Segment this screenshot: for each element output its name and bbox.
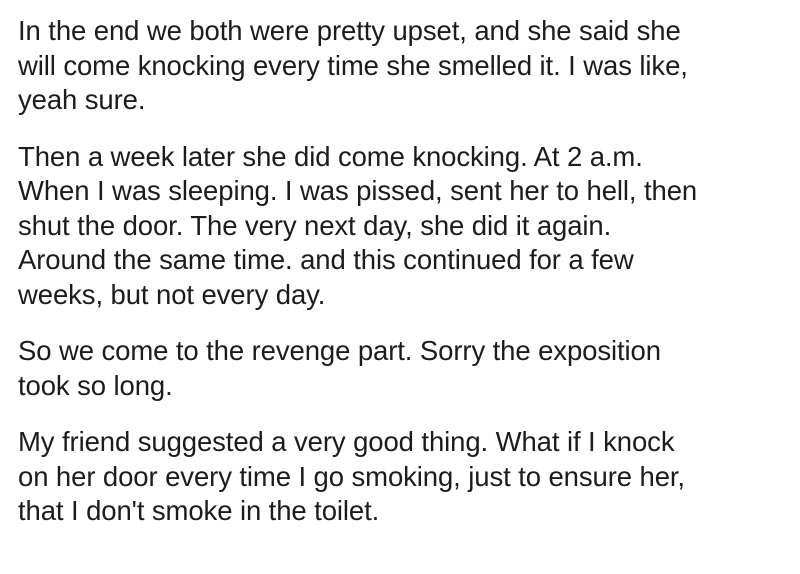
paragraph-3: So we come to the revenge part. Sorry th… xyxy=(18,335,661,401)
post-body: In the end we both were pretty upset, an… xyxy=(18,14,788,551)
paragraph-1: In the end we both were pretty upset, an… xyxy=(18,15,688,115)
paragraph-2: Then a week later she did come knocking.… xyxy=(18,140,698,310)
paragraph-4: My friend suggested a very good thing. W… xyxy=(18,426,685,526)
